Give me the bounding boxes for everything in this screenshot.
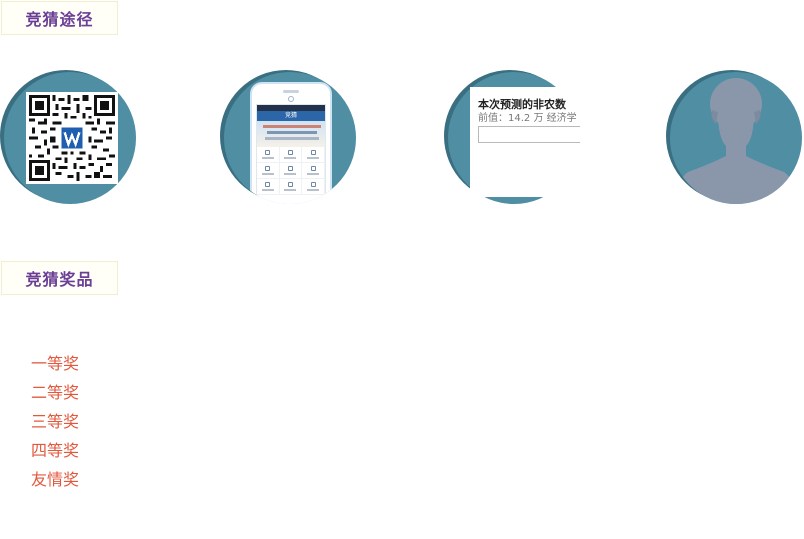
phone-banner xyxy=(257,121,325,147)
phone-menu-grid xyxy=(257,147,325,195)
way-mobile-app[interactable]: 竞猜 xyxy=(220,70,356,204)
way-qr-code[interactable] xyxy=(0,70,136,204)
prize-third: 三等奖 xyxy=(31,412,80,431)
survey-card: 本次预测的非农数 前值：14.2 万 经济学 xyxy=(470,87,580,197)
phone-screen: 竞猜 xyxy=(256,104,326,204)
section-title-ways: 竞猜途径 xyxy=(1,1,118,35)
circle xyxy=(4,72,136,204)
section-title-prizes: 竞猜奖品 xyxy=(1,261,118,295)
survey-answer-input[interactable] xyxy=(478,126,580,143)
circle: 竞猜 xyxy=(224,72,356,204)
prize-second: 二等奖 xyxy=(31,383,80,402)
way-user-avatar[interactable] xyxy=(666,70,802,204)
survey-previous-value: 前值：14.2 万 经济学 xyxy=(478,113,577,124)
prize-friendship: 友情奖 xyxy=(31,470,80,489)
prize-fourth: 四等奖 xyxy=(31,441,80,460)
qr-code-icon xyxy=(26,92,118,184)
phone-icon: 竞猜 xyxy=(250,82,332,204)
circle xyxy=(670,72,802,204)
prize-first: 一等奖 xyxy=(31,354,80,373)
phone-screen-title: 竞猜 xyxy=(257,111,325,121)
user-silhouette-icon xyxy=(674,78,798,204)
